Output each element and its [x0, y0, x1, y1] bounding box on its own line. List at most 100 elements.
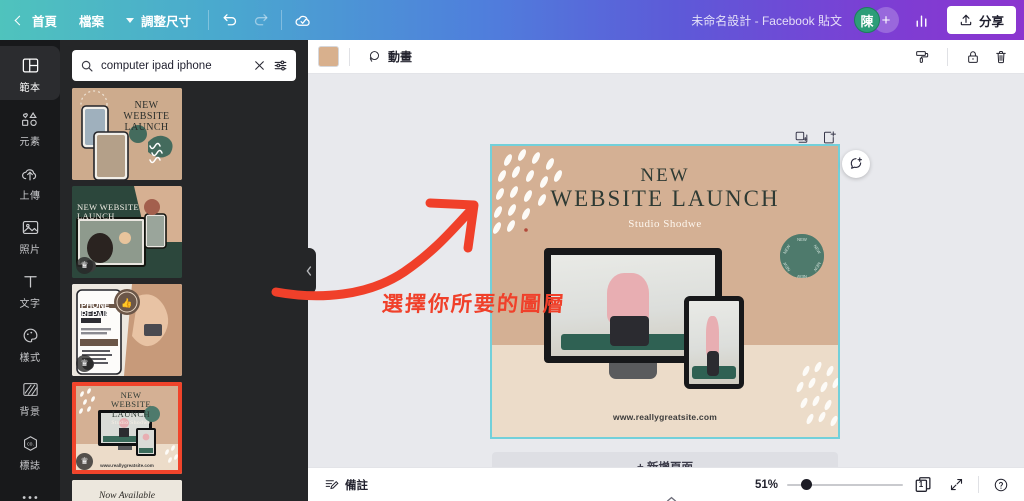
template-card-5[interactable]: Now Available for Purchase REALLY GREAT … [72, 480, 182, 501]
badge-circular-text: NEW NEW NEW NEW NEW NEW [780, 234, 824, 279]
sidebar-item-uploads[interactable]: 上傳 [0, 154, 60, 208]
template-title-1-a: NEW [134, 100, 159, 111]
zoom-level-label: 51% [754, 478, 778, 491]
undo-button[interactable] [215, 6, 245, 34]
sidebar-item-logos[interactable]: co. 標誌 [0, 424, 60, 478]
duplicate-page-button[interactable] [794, 130, 809, 150]
svg-text:co.: co. [27, 441, 34, 447]
pro-crown-badge: ♛ [76, 453, 93, 470]
zoom-slider-knob[interactable] [801, 479, 812, 490]
add-comment-button[interactable] [842, 150, 870, 178]
sidebar-label-elements: 元素 [19, 137, 41, 148]
annotation-text: 選擇你所要的圖層 [381, 292, 567, 316]
fullscreen-expand-icon [950, 478, 962, 491]
sidebar-item-templates[interactable]: 範本 [0, 46, 60, 100]
duplicate-page-icon [795, 131, 808, 143]
left-rail: 範本 元素 上傳 照片 文字 樣式 背景 co. 標誌 [0, 40, 60, 501]
yoga-photo-tablet [689, 301, 739, 384]
notes-pencil-icon [325, 480, 339, 490]
sidebar-item-elements[interactable]: 元素 [0, 100, 60, 154]
page-count-button[interactable]: 1 [912, 475, 934, 495]
search-clear-button[interactable] [253, 59, 266, 72]
document-title[interactable]: 未命名設計 - Facebook 貼文 [691, 12, 842, 29]
animate-icon [369, 51, 379, 62]
sidebar-item-styles[interactable]: 樣式 [0, 316, 60, 370]
template-card-1[interactable]: NEW WEBSITE LAUNCH [72, 88, 182, 180]
logos-icon: co. [21, 432, 40, 454]
lock-button[interactable] [960, 44, 986, 70]
search-input[interactable]: computer ipad iphone [72, 50, 296, 81]
sidebar-label-background: 背景 [19, 407, 41, 418]
sidebar-label-uploads: 上傳 [19, 191, 41, 202]
undo-icon [222, 13, 236, 25]
svg-text:NEW: NEW [797, 274, 807, 278]
styles-palette-icon [21, 324, 40, 346]
home-button[interactable]: 首頁 [10, 6, 68, 34]
sidebar-item-photos[interactable]: 照片 [0, 208, 60, 262]
copy-style-button[interactable] [909, 44, 935, 70]
template-title-4-b: WEBSITE LAUNCH [110, 399, 152, 419]
sidebar-item-background[interactable]: 背景 [0, 370, 60, 424]
file-menu-button[interactable]: 檔案 [68, 6, 115, 34]
template-title-1-c: LAUNCH [124, 122, 169, 133]
notes-button[interactable]: 備註 [318, 473, 374, 497]
redo-icon [254, 13, 268, 25]
templates-icon [21, 54, 40, 76]
canvas-title-line1: NEW [640, 165, 690, 186]
top-bar-right-group: 未命名設計 - Facebook 貼文 陳 + 分享 [691, 0, 1024, 40]
template-title-4-c: Studio Shodwe [111, 420, 151, 427]
canvas-title-line2: WEBSITE LAUNCH [550, 185, 780, 211]
canvas-title-group: NEW WEBSITE LAUNCH [492, 166, 838, 211]
avatar[interactable]: 陳 [853, 7, 880, 33]
delete-button[interactable] [988, 44, 1014, 70]
animate-label: 動畫 [388, 50, 413, 64]
template-card-4-selected[interactable]: NEW WEBSITE LAUNCH Studio Shodwe www.rea… [72, 382, 182, 474]
top-bar: 首頁 檔案 調整尺寸 未命名設計 - Facebook 貼文 陳 + 分享 [0, 0, 1024, 40]
panel-collapse-button[interactable] [302, 248, 316, 294]
template-card-3[interactable]: 👍 PHONE REPAIR ♛ [72, 284, 182, 376]
ellipsis-icon [20, 486, 40, 501]
animate-button[interactable]: 動畫 [360, 45, 419, 69]
pro-crown-badge: ♛ [76, 355, 93, 372]
sidebar-label-photos: 照片 [19, 245, 41, 256]
help-button[interactable] [988, 472, 1014, 498]
templates-panel: computer ipad iphone NEW WEBSITE LAUNCH … [60, 40, 308, 501]
svg-text:👍: 👍 [121, 297, 132, 308]
sidebar-item-more[interactable]: 顯示更多 [0, 478, 60, 501]
chevron-up-icon [666, 496, 676, 501]
paint-roller-icon [916, 50, 929, 63]
home-label: 首頁 [32, 14, 58, 29]
bottom-bar-right: 51% 1 [746, 472, 1014, 498]
canvas-tablet-mockup [684, 296, 744, 389]
divider [281, 10, 283, 30]
templates-grid: NEW WEBSITE LAUNCH NEW WEBSITE LAUNCH ♛ … [60, 88, 308, 501]
template-title-5-a: Now Available [98, 490, 156, 501]
close-icon [255, 61, 264, 70]
chevron-left-icon [14, 15, 25, 25]
page-color-swatch[interactable] [318, 46, 339, 67]
divider [978, 476, 979, 493]
panel-expand-tab[interactable] [648, 492, 694, 501]
upload-icon [960, 14, 972, 26]
resize-button[interactable]: 調整尺寸 [115, 6, 202, 34]
sidebar-label-text: 文字 [19, 299, 41, 310]
filter-sliders-icon [274, 60, 287, 71]
sidebar-label-templates: 範本 [19, 83, 41, 94]
fullscreen-button[interactable] [943, 472, 969, 498]
yoga-figure-legs [707, 350, 719, 376]
sidebar-item-text[interactable]: 文字 [0, 262, 60, 316]
template-card-2[interactable]: NEW WEBSITE LAUNCH ♛ [72, 186, 182, 278]
zoom-slider[interactable] [787, 478, 903, 492]
add-page-button[interactable] [822, 130, 837, 150]
file-label: 檔案 [79, 14, 105, 29]
divider [349, 47, 350, 66]
cloud-save-status-button[interactable] [288, 6, 318, 34]
text-icon [21, 270, 40, 292]
template-title-1-b: WEBSITE [123, 111, 170, 122]
redo-button[interactable] [245, 6, 275, 34]
canvas-website-url: www.reallygreatsite.com [613, 412, 717, 422]
share-button[interactable]: 分享 [946, 6, 1016, 34]
search-filter-button[interactable] [273, 58, 288, 73]
insights-button[interactable] [907, 6, 937, 34]
divider [947, 47, 948, 66]
